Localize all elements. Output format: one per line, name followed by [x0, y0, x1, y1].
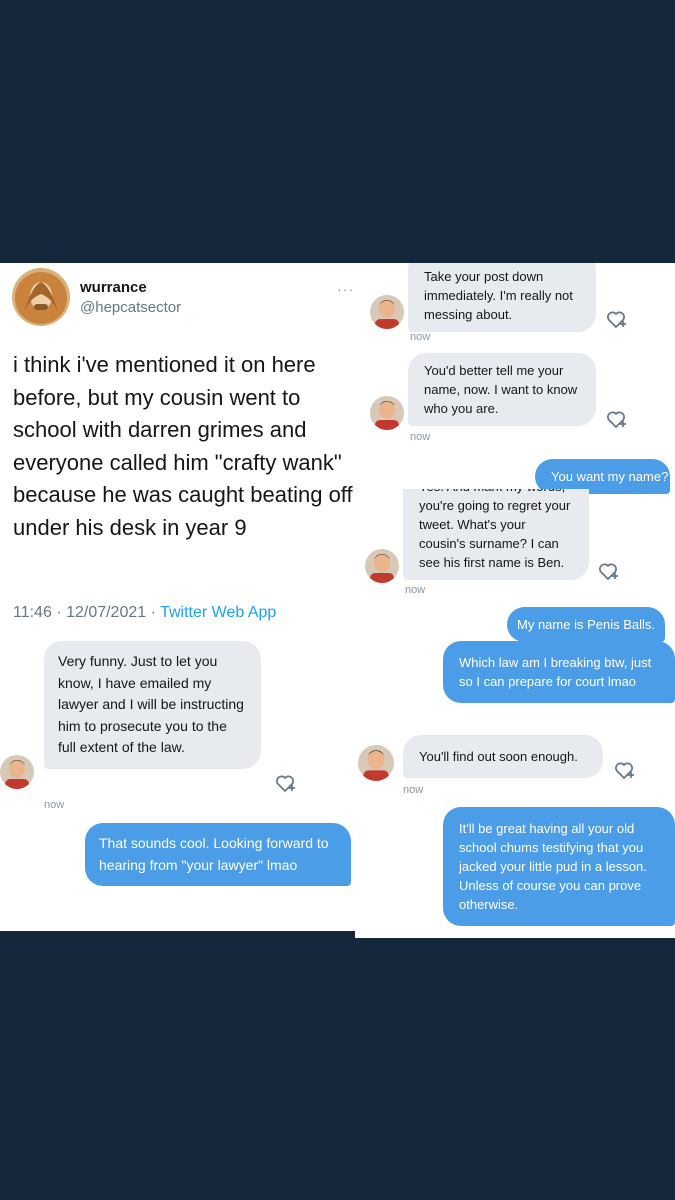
tweet-time-date: 11:46 · 12/07/2021 ·: [13, 604, 161, 621]
timestamp: now: [44, 799, 65, 811]
dm-panel: Take your post down immediately. I'm rea…: [355, 263, 675, 938]
dm-incoming-bubble: Very funny. Just to let you know, I have…: [44, 641, 261, 769]
heart-plus-icon[interactable]: [613, 760, 635, 782]
author-handle[interactable]: @hepcatsector: [80, 299, 181, 316]
dm-outgoing-bubble: That sounds cool. Looking forward to hea…: [85, 823, 351, 886]
tweet-metadata: 11:46 · 12/07/2021 · Twitter Web App: [13, 604, 276, 622]
heart-plus-icon[interactable]: [274, 773, 296, 795]
heart-plus-icon[interactable]: [597, 561, 619, 583]
sender-avatar: [370, 295, 404, 329]
author-avatar[interactable]: [12, 268, 70, 326]
sender-avatar: [365, 549, 399, 583]
tweet-text: i think i've mentioned it on here before…: [13, 352, 353, 540]
dm-incoming-bubble: Take your post down immediately. I'm rea…: [408, 263, 596, 332]
sender-avatar: [370, 396, 404, 430]
sender-avatar: [358, 745, 394, 781]
tweet-panel: wurrance @hepcatsector ··· i think i've …: [0, 263, 355, 931]
dm-incoming-bubble: You'd better tell me your name, now. I w…: [408, 353, 596, 426]
timestamp: now: [403, 784, 424, 796]
dm-outgoing-bubble: It'll be great having all your old schoo…: [443, 807, 675, 926]
dm-outgoing-bubble: My name is Penis Balls.: [507, 607, 665, 642]
author-name[interactable]: wurrance: [80, 279, 147, 296]
heart-plus-icon[interactable]: [605, 309, 627, 331]
sender-avatar: [0, 755, 34, 789]
dm-outgoing-bubble: Which law am I breaking btw, just so I c…: [443, 641, 675, 703]
dm-outgoing-bubble: You want my name?: [535, 459, 670, 494]
dm-incoming-bubble: You'll find out soon enough.: [403, 735, 603, 778]
timestamp: now: [410, 331, 431, 343]
timestamp: now: [405, 584, 426, 596]
screenshot-collage: wurrance @hepcatsector ··· i think i've …: [0, 263, 675, 938]
tweet-source-link[interactable]: Twitter Web App: [160, 604, 276, 621]
heart-plus-icon[interactable]: [605, 409, 627, 431]
more-icon[interactable]: ···: [337, 281, 354, 297]
timestamp: now: [410, 431, 431, 443]
